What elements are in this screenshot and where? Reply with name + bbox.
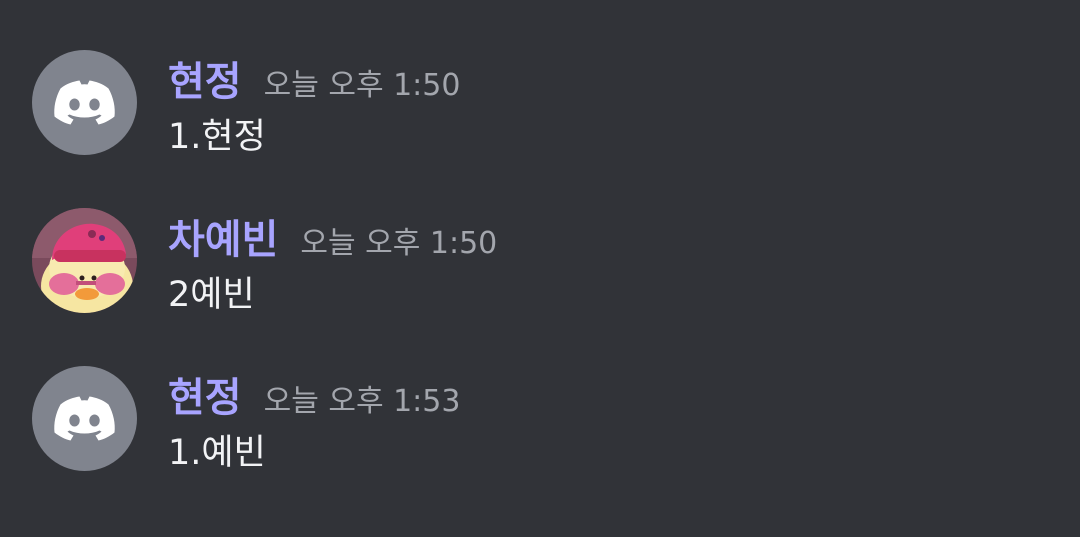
message-header: 현정 오늘 오후 1:50 [168, 54, 460, 110]
user-avatar[interactable] [32, 208, 137, 313]
timestamp: 오늘 오후 1:53 [263, 384, 461, 419]
user-avatar[interactable] [32, 366, 137, 471]
discord-logo-icon [54, 396, 115, 441]
chat-message[interactable]: 차예빈 오늘 오후 1:50 2예빈 [0, 208, 1080, 338]
timestamp: 오늘 오후 1:50 [263, 68, 461, 103]
message-content: 1.예빈 [168, 433, 266, 473]
username[interactable]: 현정 [168, 54, 242, 110]
chat-message[interactable]: 현정 오늘 오후 1:50 1.현정 [0, 50, 1080, 180]
username[interactable]: 차예빈 [168, 212, 278, 268]
discord-logo-icon [54, 80, 115, 125]
message-content: 1.현정 [168, 117, 266, 157]
timestamp: 오늘 오후 1:50 [300, 226, 498, 261]
username[interactable]: 현정 [168, 370, 242, 426]
user-avatar[interactable] [32, 50, 137, 155]
chat-message[interactable]: 현정 오늘 오후 1:53 1.예빈 [0, 366, 1080, 496]
chat-message-list: 현정 오늘 오후 1:50 1.현정 차예빈 오늘 오후 1:50 2예빈 현정… [0, 0, 1080, 537]
message-content: 2예빈 [168, 275, 255, 315]
duck-photo-avatar [32, 208, 137, 313]
message-header: 차예빈 오늘 오후 1:50 [168, 212, 497, 268]
message-header: 현정 오늘 오후 1:53 [168, 370, 460, 426]
